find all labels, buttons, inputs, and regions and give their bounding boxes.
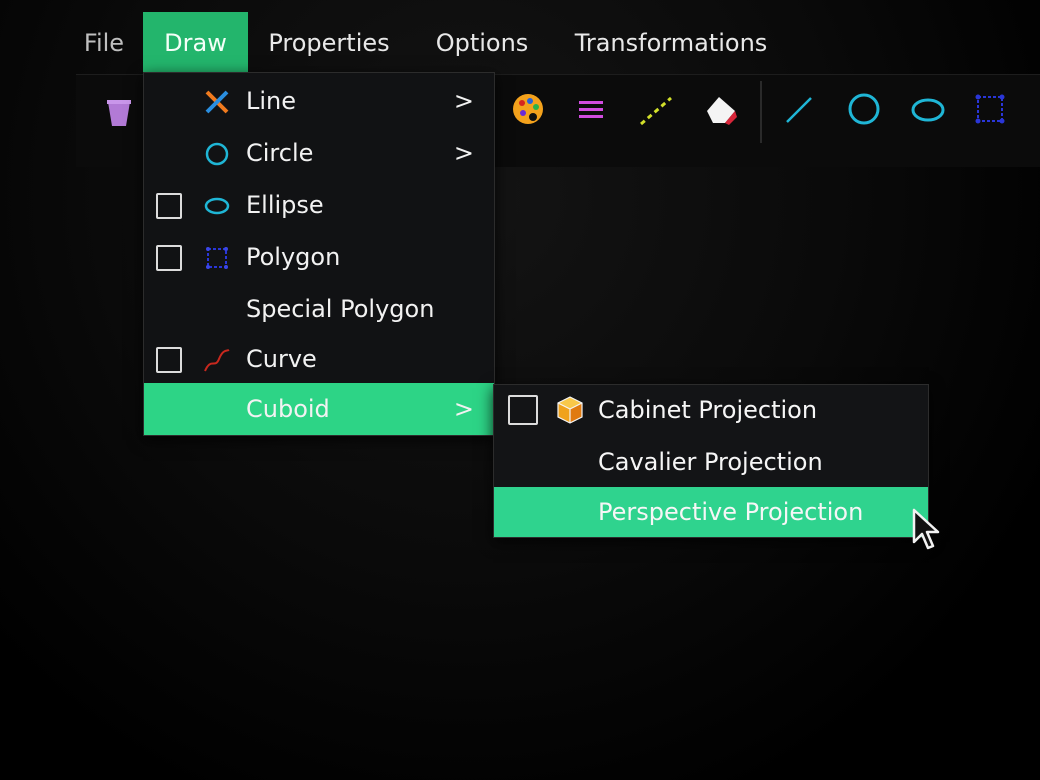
menu-item-label: Cuboid xyxy=(246,395,330,423)
eraser-icon[interactable] xyxy=(702,91,740,129)
circle-tool-icon[interactable] xyxy=(846,91,882,127)
app-window: File Draw Properties Options Transformat… xyxy=(0,0,1040,780)
menu-item-polygon[interactable]: Polygon xyxy=(144,231,494,283)
menu-properties[interactable]: Properties xyxy=(258,12,400,74)
menu-item-label: Polygon xyxy=(246,243,341,271)
bucket-icon[interactable] xyxy=(104,97,134,129)
line-width-icon[interactable] xyxy=(576,95,606,125)
chevron-right-icon: > xyxy=(453,139,474,167)
menu-item-label: Ellipse xyxy=(246,191,324,219)
ellipse-icon xyxy=(202,191,232,221)
palette-icon[interactable] xyxy=(510,91,546,127)
menu-transformations[interactable]: Transformations xyxy=(560,12,782,74)
checkbox[interactable] xyxy=(508,395,538,425)
menu-item-label: Curve xyxy=(246,345,317,373)
chevron-right-icon: > xyxy=(453,395,474,423)
menu-bar: File Draw Properties Options Transformat… xyxy=(0,12,1040,74)
menu-item-special-polygon[interactable]: Special Polygon xyxy=(144,283,494,335)
menu-item-ellipse[interactable]: Ellipse xyxy=(144,179,494,231)
curve-icon xyxy=(202,345,232,375)
polygon-icon xyxy=(202,243,232,273)
chevron-right-icon: > xyxy=(453,87,474,115)
checkbox[interactable] xyxy=(156,245,182,271)
checkbox[interactable] xyxy=(156,193,182,219)
submenu-item-cavalier-projection[interactable]: Cavalier Projection xyxy=(494,437,928,487)
menu-item-cuboid[interactable]: Cuboid > xyxy=(144,383,494,435)
draw-menu: Line > Circle > Ellipse Polygon Special … xyxy=(143,72,495,436)
mouse-cursor-icon xyxy=(912,508,942,556)
submenu-item-label: Cabinet Projection xyxy=(598,396,818,424)
dashed-line-icon[interactable] xyxy=(638,93,674,129)
menu-item-line[interactable]: Line > xyxy=(144,75,494,127)
submenu-item-label: Perspective Projection xyxy=(598,498,864,526)
menu-options[interactable]: Options xyxy=(424,12,540,74)
menu-file[interactable]: File xyxy=(78,12,130,74)
submenu-item-cabinet-projection[interactable]: Cabinet Projection xyxy=(494,385,928,435)
menu-draw[interactable]: Draw xyxy=(143,12,248,74)
circle-icon xyxy=(202,139,232,169)
cube-icon xyxy=(554,394,586,426)
cuboid-submenu: Cabinet Projection Cavalier Projection P… xyxy=(493,384,929,538)
checkbox[interactable] xyxy=(156,347,182,373)
menu-item-curve[interactable]: Curve xyxy=(144,333,494,385)
submenu-item-perspective-projection[interactable]: Perspective Projection xyxy=(494,487,928,537)
line-tool-icon[interactable] xyxy=(782,93,816,127)
menu-item-circle[interactable]: Circle > xyxy=(144,127,494,179)
menu-item-label: Special Polygon xyxy=(246,295,435,323)
menu-item-label: Circle xyxy=(246,139,314,167)
menu-item-label: Line xyxy=(246,87,297,115)
toolbar-separator xyxy=(760,81,762,143)
polygon-tool-icon[interactable] xyxy=(972,91,1008,127)
submenu-item-label: Cavalier Projection xyxy=(598,448,823,476)
ellipse-tool-icon[interactable] xyxy=(908,93,948,127)
line-icon xyxy=(202,87,232,117)
